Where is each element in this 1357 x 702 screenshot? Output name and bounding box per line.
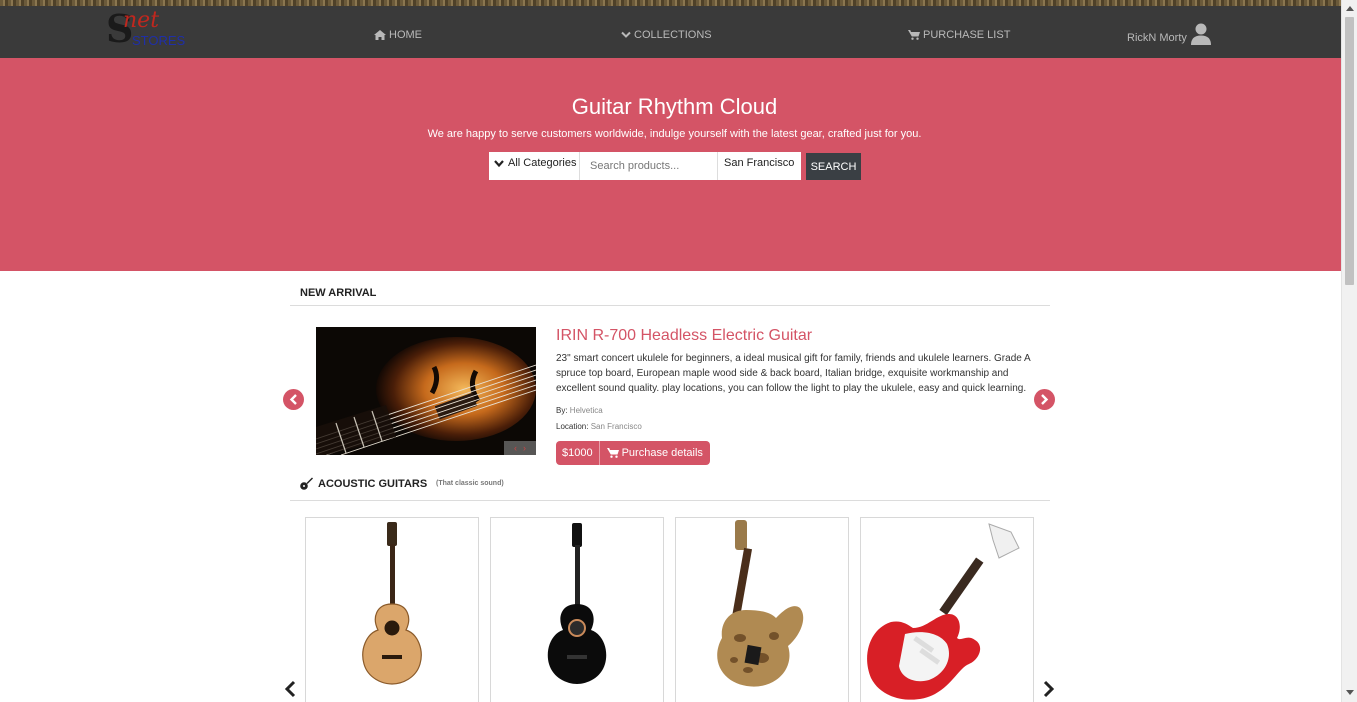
- chevron-left-icon: [289, 394, 297, 405]
- purchase-details-label: Purchase details: [621, 447, 703, 459]
- category-dropdown[interactable]: All Categories: [489, 152, 580, 180]
- nav-collections-label: COLLECTIONS: [634, 29, 712, 41]
- product-card[interactable]: [675, 517, 849, 702]
- user-menu[interactable]: RickN Morty: [1127, 23, 1211, 45]
- guitar-icon: [300, 477, 313, 490]
- cart-icon: [908, 30, 920, 40]
- acoustic-guitars-label: ACOUSTIC GUITARS: [318, 477, 428, 490]
- chevron-down-icon: [621, 31, 631, 38]
- new-arrival-title: NEW ARRIVAL: [300, 287, 377, 299]
- price-and-details: $1000 Purchase details: [556, 441, 710, 465]
- search-input[interactable]: [580, 152, 718, 180]
- cards-next-button[interactable]: [1043, 680, 1055, 702]
- acoustic-guitars-header: ACOUSTIC GUITARS (That classic sound): [290, 465, 1050, 501]
- page-scrollbar[interactable]: [1341, 0, 1357, 702]
- acoustic-guitars-title: ACOUSTIC GUITARS: [300, 477, 427, 490]
- mandolin-photo: [316, 327, 536, 455]
- user-avatar-icon: [1190, 23, 1211, 45]
- nav-collections-link[interactable]: COLLECTIONS: [621, 29, 712, 41]
- purchase-details-button[interactable]: Purchase details: [599, 441, 710, 465]
- user-name: RickN Morty: [1127, 32, 1187, 44]
- cart-icon: [606, 448, 619, 458]
- by-label: By:: [556, 406, 568, 415]
- acoustic-guitars-tagline: (That classic sound): [436, 480, 504, 487]
- carousel-next-button[interactable]: [1034, 389, 1055, 410]
- logo-net: net: [123, 8, 160, 33]
- location-value: San Francisco: [590, 422, 642, 431]
- scroll-up-arrow-icon[interactable]: [1346, 6, 1354, 11]
- image-mini-nav[interactable]: ‹ ›: [504, 441, 536, 455]
- home-icon: [374, 30, 386, 40]
- product-card[interactable]: [490, 517, 664, 702]
- location-field[interactable]: San Francisco: [718, 152, 801, 180]
- featured-product-description: 23" smart concert ukulele for beginners,…: [556, 353, 1031, 394]
- classical-guitar-black-image: [547, 523, 607, 684]
- nav-home-link[interactable]: HOME: [374, 29, 422, 41]
- site-logo[interactable]: S net STORES: [106, 6, 185, 51]
- price-badge: $1000: [556, 441, 600, 465]
- bass-guitar-burl-image: [717, 520, 804, 687]
- scroll-down-arrow-icon[interactable]: [1346, 690, 1354, 695]
- electric-guitar-red-image: [867, 523, 1020, 700]
- hero-title: Guitar Rhythm Cloud: [571, 94, 778, 119]
- logo-stores: STORES: [132, 33, 186, 48]
- new-arrival-header: NEW ARRIVAL: [290, 271, 1050, 306]
- nav-purchase-list-link[interactable]: PURCHASE LIST: [908, 29, 1010, 41]
- featured-product-by: By: Helvetica: [556, 406, 603, 415]
- location-label: Location:: [556, 422, 589, 431]
- navbar: S net STORES HOME COLLECTIONS PURCHASE L…: [0, 6, 1341, 58]
- product-card[interactable]: [305, 517, 479, 702]
- featured-product-image[interactable]: ‹ ›: [316, 327, 536, 455]
- search-bar: All Categories San Francisco: [489, 152, 801, 180]
- chevron-left-icon: [284, 680, 296, 698]
- chevron-down-icon: [494, 160, 504, 168]
- product-card[interactable]: [860, 517, 1034, 702]
- nav-home-label: HOME: [389, 29, 422, 41]
- hero-banner: Guitar Rhythm Cloud We are happy to serv…: [0, 58, 1341, 271]
- chevron-right-icon: [1043, 680, 1055, 698]
- featured-product-location: Location: San Francisco: [556, 422, 642, 431]
- featured-product-title[interactable]: IRIN R-700 Headless Electric Guitar: [556, 327, 812, 345]
- search-button[interactable]: SEARCH: [806, 153, 861, 180]
- cards-prev-button[interactable]: [284, 680, 296, 702]
- mini-chevron-left-icon: ‹: [514, 443, 517, 453]
- carousel-prev-button[interactable]: [283, 389, 304, 410]
- chevron-right-icon: [1041, 394, 1049, 405]
- category-label: All Categories: [508, 157, 577, 169]
- by-value: Helvetica: [569, 406, 603, 415]
- page: S net STORES HOME COLLECTIONS PURCHASE L…: [0, 0, 1357, 702]
- classical-guitar-natural-image: [362, 522, 422, 685]
- nav-purchase-list-label: PURCHASE LIST: [923, 29, 1011, 41]
- mini-chevron-right-icon: ›: [523, 443, 526, 453]
- scroll-thumb[interactable]: [1345, 17, 1354, 285]
- hero-subtitle: We are happy to serve customers worldwid…: [427, 128, 922, 140]
